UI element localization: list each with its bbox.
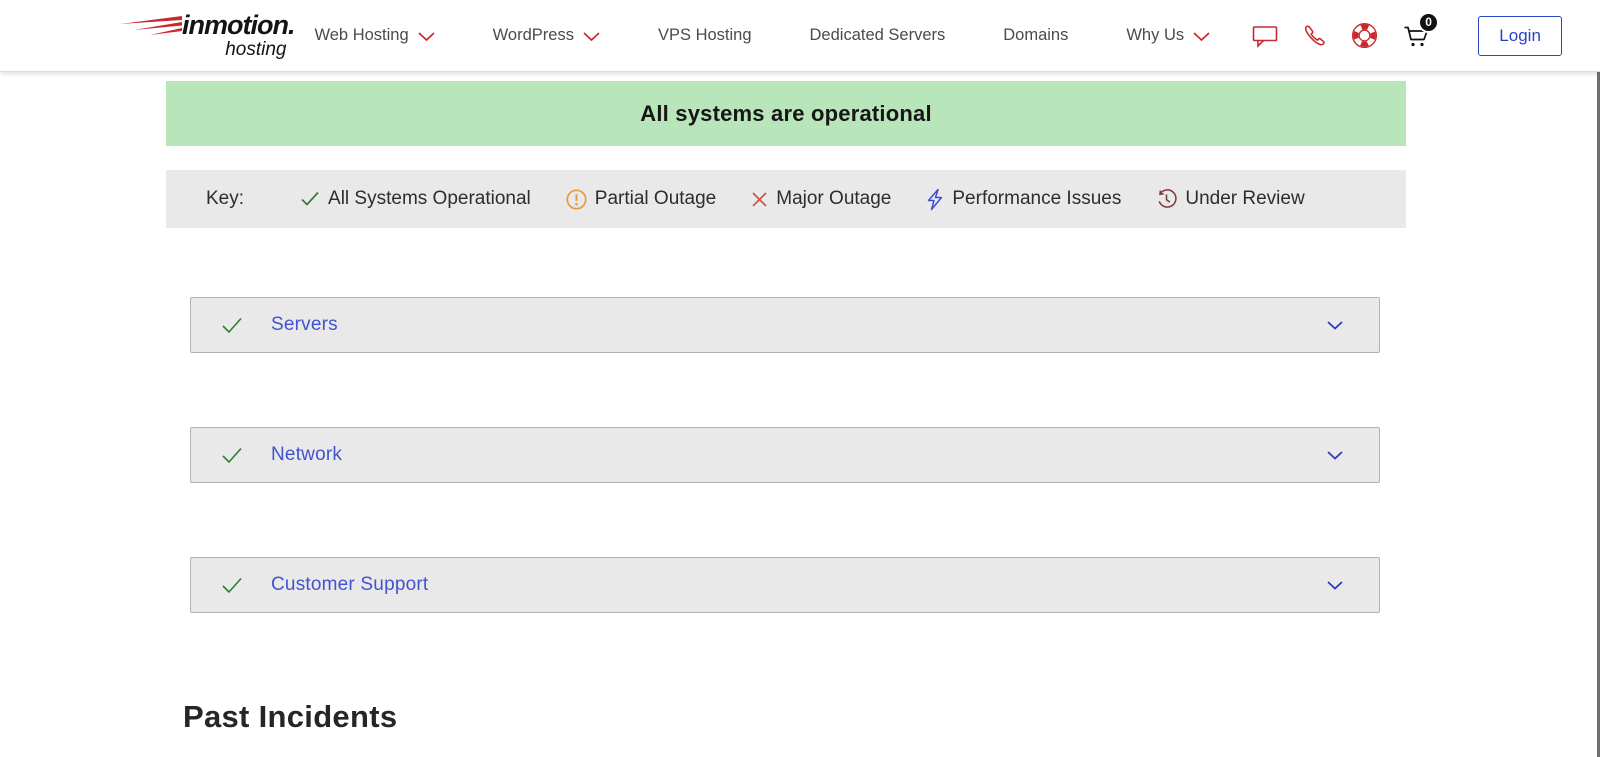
nav-why-us[interactable]: Why Us — [1126, 26, 1210, 45]
check-icon — [300, 191, 320, 207]
header: inmotion. hosting Web Hosting WordPress … — [0, 0, 1600, 72]
chevron-down-icon — [583, 32, 600, 41]
key-item-under-review: Under Review — [1156, 188, 1304, 210]
check-icon — [221, 317, 243, 334]
key-item-performance-issues: Performance Issues — [926, 188, 1121, 211]
key-item-partial-outage: Partial Outage — [566, 188, 716, 210]
check-icon — [221, 447, 243, 464]
login-button[interactable]: Login — [1478, 16, 1562, 56]
lightning-icon — [926, 188, 944, 211]
nav-wordpress[interactable]: WordPress — [493, 26, 600, 45]
logo-wordmark: inmotion. — [182, 12, 294, 39]
status-key-legend: Key: All Systems Operational Partial Out… — [166, 170, 1406, 228]
inmotion-logo[interactable]: inmotion. hosting — [120, 12, 294, 59]
nav-web-hosting[interactable]: Web Hosting — [314, 26, 434, 45]
cart-icon[interactable]: 0 — [1402, 22, 1430, 50]
help-ring-icon[interactable] — [1351, 22, 1378, 49]
chevron-down-icon[interactable] — [1327, 451, 1343, 460]
chat-icon[interactable] — [1252, 24, 1278, 48]
cart-count-badge: 0 — [1418, 12, 1439, 33]
chevron-down-icon[interactable] — [1327, 321, 1343, 330]
x-icon — [751, 191, 768, 208]
main-nav: Web Hosting WordPress VPS Hosting Dedica… — [314, 26, 1238, 45]
section-row-servers[interactable]: Servers — [190, 297, 1380, 353]
key-item-operational: All Systems Operational — [300, 188, 531, 210]
nav-vps-hosting[interactable]: VPS Hosting — [658, 26, 752, 45]
component-sections: Servers Network Customer Support — [190, 297, 1380, 613]
warning-circle-icon — [566, 189, 587, 210]
section-label: Servers — [271, 314, 338, 336]
header-icon-group: 0 — [1252, 22, 1430, 50]
chevron-down-icon — [418, 32, 435, 41]
phone-icon[interactable] — [1302, 23, 1327, 48]
nav-domains[interactable]: Domains — [1003, 26, 1068, 45]
key-label: Key: — [206, 188, 244, 210]
status-banner: All systems are operational — [166, 81, 1406, 146]
status-banner-text: All systems are operational — [640, 101, 932, 127]
logo-sub-wordmark: hosting — [225, 40, 286, 59]
past-incidents-title: Past Incidents — [183, 699, 1600, 735]
section-row-customer-support[interactable]: Customer Support — [190, 557, 1380, 613]
logo-swoosh-icon — [120, 15, 186, 44]
check-icon — [221, 577, 243, 594]
section-label: Customer Support — [271, 574, 428, 596]
nav-dedicated-servers[interactable]: Dedicated Servers — [810, 26, 946, 45]
section-label: Network — [271, 444, 342, 466]
history-clock-icon — [1156, 189, 1177, 210]
section-row-network[interactable]: Network — [190, 427, 1380, 483]
chevron-down-icon[interactable] — [1327, 581, 1343, 590]
key-item-major-outage: Major Outage — [751, 188, 891, 210]
chevron-down-icon — [1193, 32, 1210, 41]
